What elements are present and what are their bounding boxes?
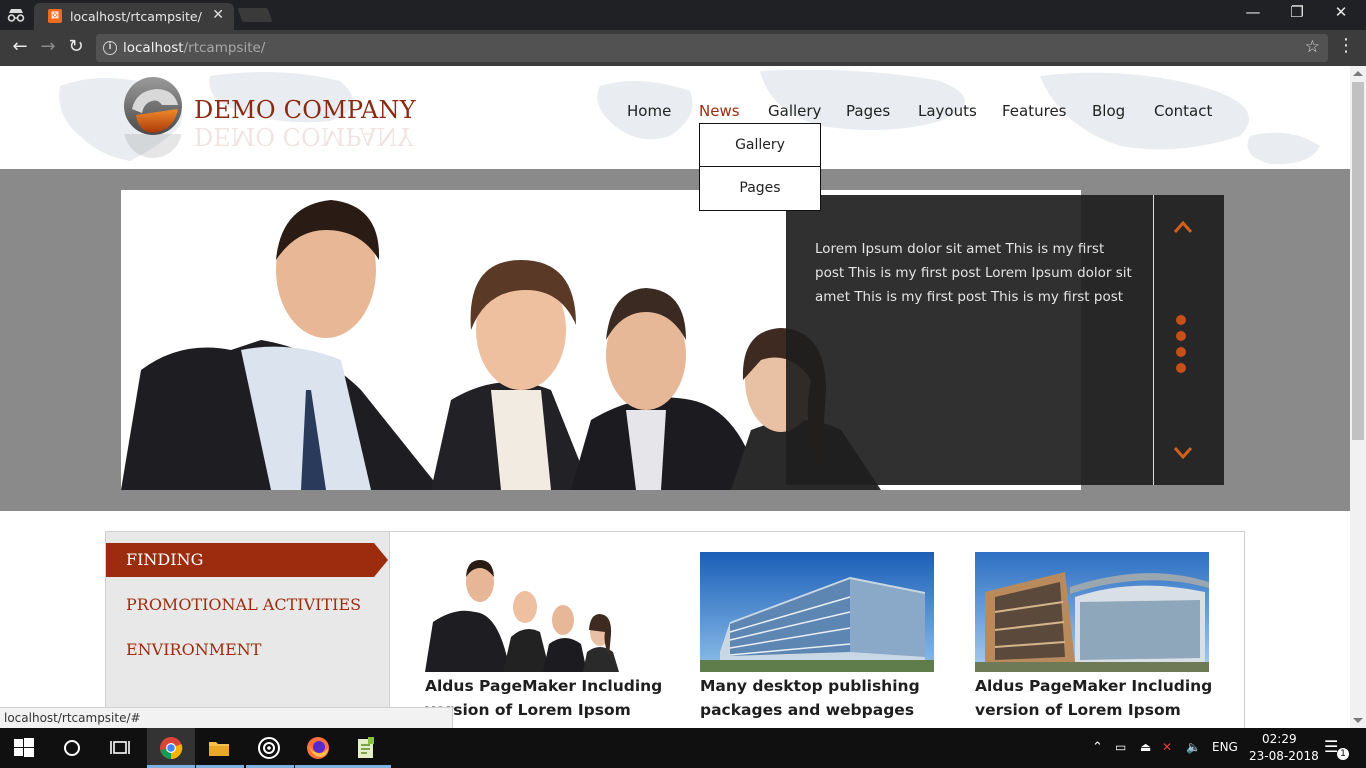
search-circle-icon[interactable] bbox=[60, 736, 84, 760]
volume-icon[interactable]: 🔈 bbox=[1186, 740, 1201, 754]
back-arrow-icon[interactable]: ← bbox=[8, 36, 32, 57]
target-app-icon[interactable] bbox=[257, 736, 281, 760]
battery-icon[interactable]: ▭ bbox=[1115, 740, 1126, 754]
windows-start-icon[interactable] bbox=[12, 736, 36, 760]
nav-blog[interactable]: Blog bbox=[1092, 102, 1125, 120]
minimize-button[interactable]: — bbox=[1230, 3, 1276, 21]
slider-down-arrow-icon[interactable] bbox=[1173, 443, 1193, 463]
card-image-team[interactable] bbox=[425, 552, 659, 672]
nav-layouts[interactable]: Layouts bbox=[918, 102, 977, 120]
task-view-icon[interactable] bbox=[108, 736, 132, 760]
tab-title: localhost/rtcampsite/ bbox=[70, 9, 202, 24]
slider-up-arrow-icon[interactable] bbox=[1173, 217, 1193, 237]
page-scrollbar[interactable] bbox=[1350, 66, 1366, 728]
sidebar-item-environment[interactable]: ENVIRONMENT bbox=[126, 640, 261, 659]
company-name[interactable]: DEMO COMPANY bbox=[194, 96, 416, 124]
nav-features[interactable]: Features bbox=[1002, 102, 1067, 120]
slider-dot[interactable] bbox=[1176, 347, 1186, 357]
logo-reflection bbox=[124, 134, 182, 158]
nav-contact[interactable]: Contact bbox=[1154, 102, 1212, 120]
nav-news[interactable]: News bbox=[699, 102, 740, 120]
browser-toolbar: ← → ↻ i localhost/rtcampsite/ ☆ ⋮ bbox=[0, 30, 1366, 66]
usb-icon[interactable]: ⏏ bbox=[1140, 740, 1151, 754]
slider-dot[interactable] bbox=[1176, 331, 1186, 341]
restore-button[interactable]: ❐ bbox=[1274, 3, 1320, 21]
category-sidebar: FINDING PROMOTIONAL ACTIVITIES ENVIRONME… bbox=[106, 532, 390, 728]
sidebar-item-promotional-activities[interactable]: PROMOTIONAL ACTIVITIES bbox=[126, 595, 361, 614]
network-disconnected-icon[interactable]: ✕ bbox=[1162, 740, 1172, 754]
notification-badge: 1 bbox=[1337, 748, 1349, 760]
company-name-reflection: DEMO COMPANY bbox=[194, 122, 414, 150]
address-bar[interactable]: i localhost/rtcampsite/ ☆ bbox=[96, 34, 1328, 62]
dropdown-item-pages[interactable]: Pages bbox=[700, 167, 820, 210]
content-section: FINDING PROMOTIONAL ACTIVITIES ENVIRONME… bbox=[105, 531, 1245, 728]
slider-dot[interactable] bbox=[1176, 315, 1186, 325]
browser-tab-strip: ⊠ localhost/rtcampsite/ ✕ — ❐ ✕ bbox=[0, 0, 1366, 30]
chrome-icon[interactable] bbox=[159, 736, 183, 760]
nav-gallery[interactable]: Gallery bbox=[768, 102, 821, 120]
reload-icon[interactable]: ↻ bbox=[64, 36, 88, 57]
card-image-modern-building[interactable] bbox=[975, 552, 1209, 672]
forward-arrow-icon[interactable]: → bbox=[36, 36, 60, 57]
windows-taskbar: ⌃ ▭ ⏏ ✕ 🔈 ENG 02:29 23-08-2018 ☰ 1 bbox=[0, 728, 1366, 768]
site-header: DEMO COMPANY DEMO COMPANY Home News Gall… bbox=[0, 66, 1350, 169]
file-explorer-icon[interactable] bbox=[207, 736, 231, 760]
clock-date[interactable]: 23-08-2018 bbox=[1249, 749, 1319, 763]
scrollbar-thumb[interactable] bbox=[1352, 82, 1364, 440]
news-dropdown-menu: Gallery Pages bbox=[699, 123, 821, 211]
firefox-icon[interactable] bbox=[306, 736, 330, 760]
url-path: /rtcampsite/ bbox=[183, 40, 266, 56]
card-image-office-building[interactable] bbox=[700, 552, 934, 672]
slider-text: Lorem Ipsum dolor sit amet This is my fi… bbox=[815, 241, 1132, 305]
sidebar-item-finding[interactable]: FINDING bbox=[126, 550, 203, 569]
new-tab-button[interactable] bbox=[237, 8, 273, 22]
close-tab-icon[interactable]: ✕ bbox=[212, 7, 224, 23]
hero-band: Lorem Ipsum dolor sit amet This is my fi… bbox=[0, 169, 1350, 511]
slider-pagination bbox=[1176, 315, 1188, 379]
bookmark-star-icon[interactable]: ☆ bbox=[1305, 37, 1320, 57]
incognito-icon bbox=[7, 9, 25, 22]
card-title[interactable]: Aldus PageMaker Including version of Lor… bbox=[975, 674, 1225, 722]
close-window-button[interactable]: ✕ bbox=[1318, 3, 1364, 21]
address-url[interactable]: localhost/rtcampsite/ bbox=[123, 40, 265, 56]
slider-divider bbox=[1153, 195, 1154, 485]
slider-overlay: Lorem Ipsum dolor sit amet This is my fi… bbox=[786, 195, 1224, 485]
dropdown-item-gallery[interactable]: Gallery bbox=[700, 124, 820, 167]
tray-chevron-icon[interactable]: ⌃ bbox=[1092, 740, 1103, 755]
language-indicator[interactable]: ENG bbox=[1212, 740, 1238, 754]
slider-dot[interactable] bbox=[1176, 363, 1186, 373]
page-viewport: DEMO COMPANY DEMO COMPANY Home News Gall… bbox=[0, 66, 1350, 728]
scroll-down-arrow-icon[interactable] bbox=[1353, 718, 1363, 723]
xampp-favicon-icon: ⊠ bbox=[48, 9, 62, 23]
link-status-bar: localhost/rtcampsite/# bbox=[0, 707, 453, 728]
notepad-plus-icon[interactable] bbox=[354, 736, 378, 760]
info-icon[interactable]: i bbox=[103, 41, 117, 55]
browser-menu-icon[interactable]: ⋮ bbox=[1337, 35, 1355, 56]
url-host: localhost bbox=[123, 40, 184, 56]
nav-pages[interactable]: Pages bbox=[846, 102, 890, 120]
card-title[interactable]: Many desktop publishing packages and web… bbox=[700, 674, 950, 722]
company-logo-icon bbox=[124, 77, 182, 135]
nav-home[interactable]: Home bbox=[627, 102, 671, 120]
browser-tab[interactable]: ⊠ localhost/rtcampsite/ ✕ bbox=[34, 3, 234, 30]
clock-time[interactable]: 02:29 bbox=[1262, 732, 1297, 746]
scroll-up-arrow-icon[interactable] bbox=[1353, 71, 1363, 76]
card-title[interactable]: Aldus PageMaker Including version of Lor… bbox=[425, 674, 675, 722]
